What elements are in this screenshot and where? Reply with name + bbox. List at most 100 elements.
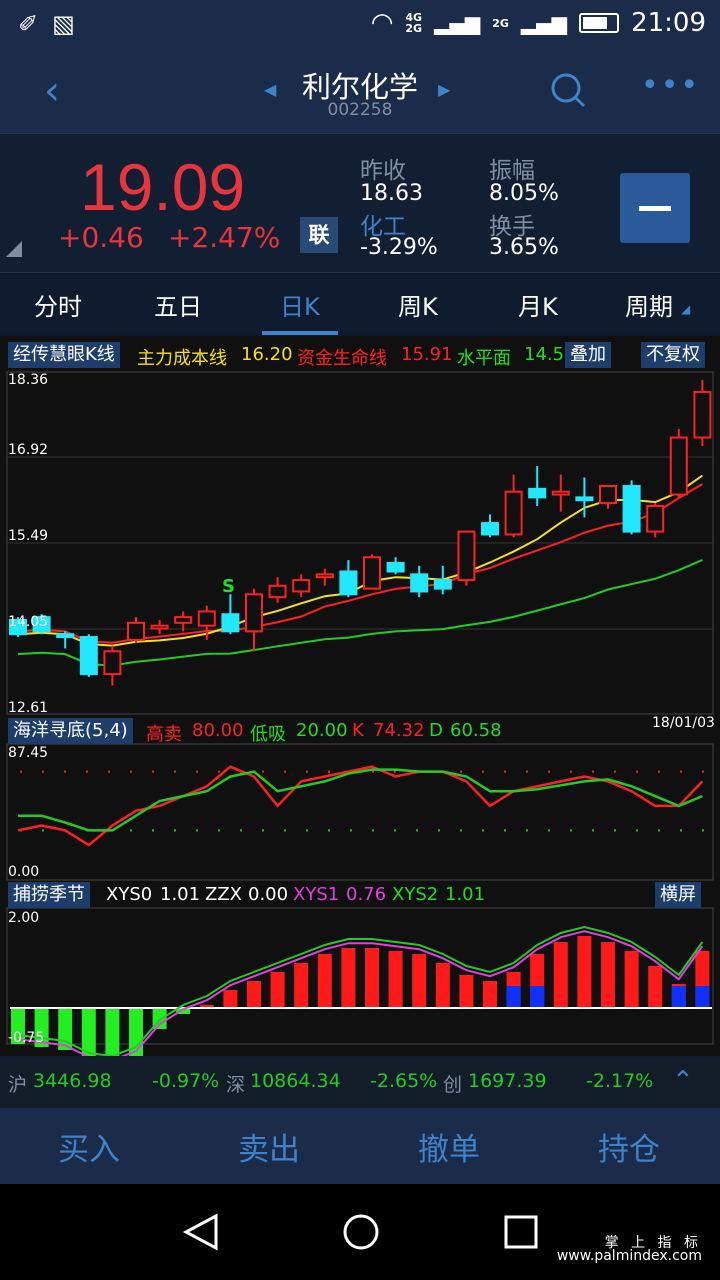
k-label: K bbox=[352, 720, 364, 741]
buy-value: 20.00 bbox=[296, 720, 348, 741]
amplitude-value: 8.05% bbox=[489, 181, 559, 206]
next-stock-icon[interactable]: ▶ bbox=[438, 80, 450, 99]
life-line-value: 15.91 bbox=[401, 344, 453, 365]
chart-canvas[interactable] bbox=[0, 336, 720, 1056]
overlay-button[interactable]: 叠加 bbox=[565, 342, 611, 368]
remove-watchlist-button[interactable] bbox=[620, 173, 690, 243]
season-blue-bar bbox=[695, 986, 710, 1008]
clock: 21:09 bbox=[631, 8, 706, 38]
sh-pct: -0.97% bbox=[152, 1070, 220, 1092]
tab-intraday[interactable]: 分时 bbox=[34, 287, 82, 322]
season-bar bbox=[553, 942, 568, 1008]
season-y-bottom: -0.75 bbox=[8, 1030, 45, 1046]
back-nav-icon[interactable] bbox=[182, 1213, 218, 1251]
index-ticker[interactable]: 沪 3446.98 -0.97% 深 10864.34 -2.65% 创 169… bbox=[0, 1058, 720, 1108]
price-change: +0.46 bbox=[58, 221, 144, 254]
level-line bbox=[17, 559, 703, 667]
wifi-icon: ◠ bbox=[370, 8, 394, 38]
corner-triangle-icon[interactable] bbox=[6, 241, 22, 257]
season-bar bbox=[270, 972, 285, 1008]
xys1-line bbox=[17, 930, 704, 1056]
tab-weekly-k[interactable]: 周K bbox=[398, 287, 438, 322]
candle-body bbox=[292, 579, 311, 593]
recents-icon[interactable] bbox=[504, 1215, 538, 1249]
xys1-label: XYS1 bbox=[293, 884, 340, 905]
season-indicator-name[interactable]: 捕捞季节 bbox=[8, 882, 90, 908]
tab-period[interactable]: 周期 bbox=[625, 287, 673, 322]
xys0-label: XYS0 bbox=[106, 884, 153, 905]
sh-label: 沪 bbox=[8, 1074, 28, 1096]
candle-body bbox=[646, 504, 665, 533]
y-tick-3: 15.49 bbox=[8, 528, 49, 544]
prev-close-label: 昨收 bbox=[360, 158, 406, 184]
signal-icon: ▂▄▆ bbox=[434, 11, 481, 35]
tab-daily-k[interactable]: 日K bbox=[280, 287, 320, 322]
candle-body bbox=[528, 487, 547, 499]
home-icon[interactable] bbox=[343, 1214, 379, 1250]
sh-value: 3446.98 bbox=[33, 1070, 112, 1092]
zzx-value: 0.00 bbox=[248, 884, 289, 905]
tab-five-day[interactable]: 五日 bbox=[154, 287, 202, 322]
signal-2g-label: 2G bbox=[492, 16, 509, 30]
sz-pct: -2.65% bbox=[370, 1070, 438, 1092]
search-icon[interactable] bbox=[550, 72, 586, 108]
candle-body bbox=[221, 613, 240, 633]
candle-body bbox=[669, 436, 688, 496]
k-value: 74.32 bbox=[373, 720, 425, 741]
life-line bbox=[17, 483, 703, 644]
y-tick-2: 16.92 bbox=[8, 442, 49, 458]
candle-body bbox=[386, 561, 405, 573]
xys2-label: XYS2 bbox=[392, 884, 439, 905]
more-icon[interactable]: ••• bbox=[641, 68, 700, 103]
candle-body bbox=[551, 490, 570, 496]
y-tick-4: 14.05 bbox=[8, 614, 49, 630]
main-indicator-name[interactable]: 经传慧眼K线 bbox=[8, 342, 120, 368]
cy-label: 创 bbox=[443, 1074, 463, 1096]
candle-body bbox=[457, 530, 476, 582]
system-nav-bar: 掌 上 指 标 www.palmindex.com bbox=[0, 1184, 720, 1280]
season-blue-bar bbox=[506, 986, 521, 1008]
xys1-value: 0.76 bbox=[346, 884, 387, 905]
period-dropdown-icon[interactable]: ◢ bbox=[681, 302, 690, 316]
signal-icon-2: ▂▄▆ bbox=[520, 11, 568, 35]
season-bar bbox=[341, 948, 356, 1008]
link-button[interactable]: 联 bbox=[300, 217, 338, 253]
sz-value: 10864.34 bbox=[250, 1070, 341, 1092]
season-bar bbox=[601, 942, 615, 1008]
life-line-label: 资金生命线 bbox=[297, 348, 387, 369]
season-bar bbox=[624, 951, 639, 1008]
landscape-button[interactable]: 横屏 bbox=[655, 882, 701, 908]
sell-value: 80.00 bbox=[192, 720, 244, 741]
current-price: 19.09 bbox=[80, 150, 246, 224]
season-bar bbox=[412, 954, 427, 1008]
candle-body bbox=[622, 485, 641, 533]
k-line bbox=[17, 765, 704, 847]
candle-body bbox=[197, 610, 216, 627]
buy-label: 低吸 bbox=[250, 724, 286, 745]
season-blue-bar bbox=[671, 986, 686, 1008]
d-value: 60.58 bbox=[450, 720, 502, 741]
status-bar: ✐ ▧ ◠ 4G 2G ▂▄▆ 2G ▂▄▆ 21:09 bbox=[0, 0, 720, 50]
cancel-order-button[interactable]: 撤单 bbox=[418, 1124, 480, 1169]
season-bar bbox=[648, 966, 663, 1008]
candle-body bbox=[599, 485, 617, 505]
adjust-button[interactable]: 不复权 bbox=[641, 342, 705, 368]
candle-body bbox=[103, 650, 122, 676]
level-value: 14.5 bbox=[524, 344, 565, 365]
sell-button[interactable]: 卖出 bbox=[238, 1124, 300, 1169]
season-bar bbox=[435, 963, 450, 1008]
zzx-label: ZZX bbox=[205, 884, 242, 905]
y-tick-5: 12.61 bbox=[8, 700, 49, 716]
season-bar bbox=[247, 981, 261, 1008]
season-bar bbox=[577, 936, 592, 1008]
kd-y-top: 87.45 bbox=[8, 745, 49, 761]
kd-indicator-name[interactable]: 海洋寻底(5,4) bbox=[8, 718, 133, 744]
notification-icon: ✐ bbox=[18, 10, 39, 38]
chevron-up-icon[interactable]: ⌃ bbox=[672, 1066, 694, 1096]
positions-button[interactable]: 持仓 bbox=[598, 1124, 660, 1169]
buy-button[interactable]: 买入 bbox=[58, 1124, 120, 1169]
tab-monthly-k[interactable]: 月K bbox=[518, 287, 558, 322]
chart-area[interactable]: 经传慧眼K线 主力成本线 16.20 资金生命线 15.91 水平面 14.5 … bbox=[0, 336, 720, 1056]
season-bar bbox=[317, 954, 332, 1008]
candle-body bbox=[363, 556, 381, 590]
